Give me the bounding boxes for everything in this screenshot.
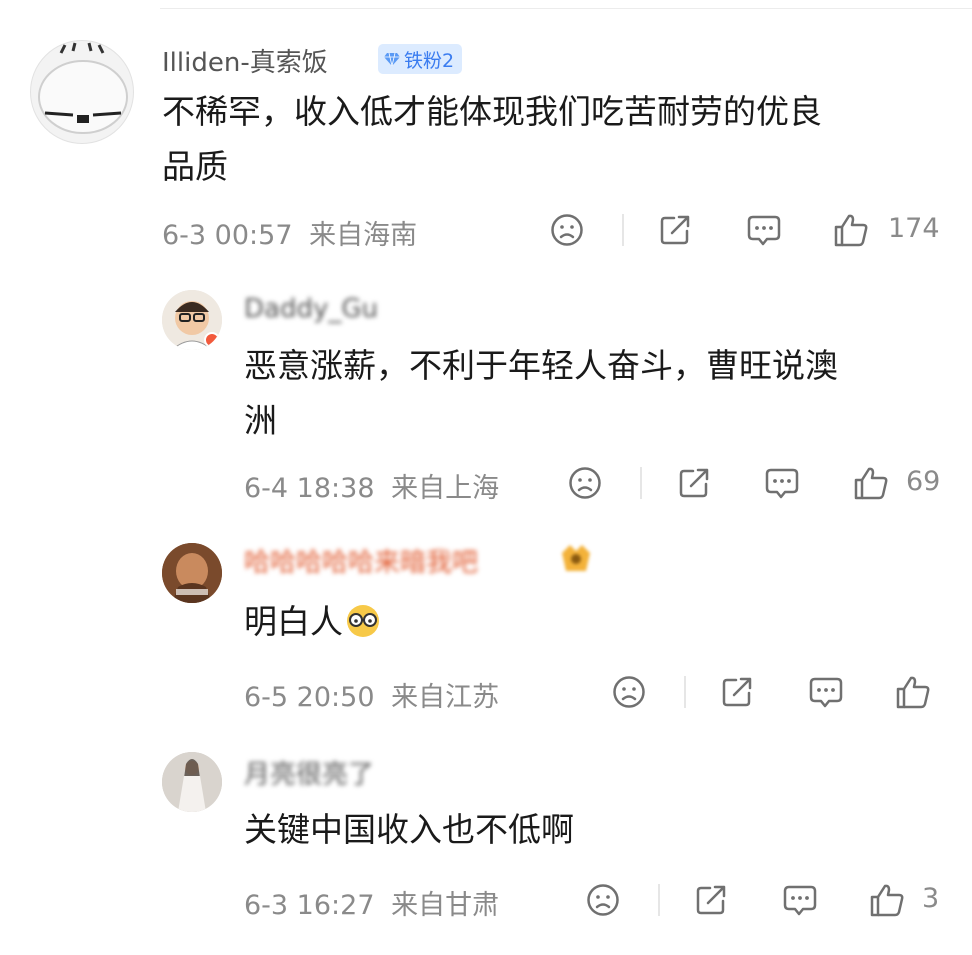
comment-icon xyxy=(809,677,843,708)
top-divider xyxy=(160,8,972,9)
comment-meta: 6-4 18:38 来自上海 xyxy=(244,466,499,505)
thumbs-up-icon xyxy=(834,214,868,247)
dislike-button[interactable] xyxy=(584,881,622,919)
reply-button[interactable] xyxy=(744,211,784,249)
location: 来自江苏 xyxy=(391,682,500,713)
username[interactable]: Daddy_Gu xyxy=(244,294,378,324)
thumbs-up-icon xyxy=(896,676,930,709)
like-button[interactable] xyxy=(832,210,870,250)
comment-text: 不稀罕，收入低才能体现我们吃苦耐劳的优良 品质 xyxy=(162,92,822,186)
comment-icon xyxy=(747,215,781,246)
location: 来自上海 xyxy=(391,473,500,504)
share-icon xyxy=(679,468,709,498)
verified-badge-icon xyxy=(204,332,220,348)
frown-face-icon xyxy=(551,214,583,246)
comment-meta: 6-3 00:57 来自海南 xyxy=(162,213,417,252)
like-count: 174 xyxy=(888,213,940,244)
share-icon xyxy=(722,677,752,707)
thumbs-up-icon xyxy=(870,884,904,917)
username[interactable]: Illiden-真索饭 xyxy=(162,42,328,79)
frown-face-icon xyxy=(587,884,619,916)
username[interactable]: 哈哈哈哈哈来暗我吧 xyxy=(244,542,478,579)
badge-label: 铁粉2 xyxy=(404,49,455,72)
divider xyxy=(622,214,624,246)
share-icon xyxy=(660,215,690,245)
divider xyxy=(640,467,642,499)
divider xyxy=(658,884,660,916)
timestamp: 6-4 18:38 xyxy=(244,473,375,504)
like-button[interactable] xyxy=(868,880,906,920)
glasses-emoji-icon xyxy=(347,605,379,637)
dislike-button[interactable] xyxy=(610,673,648,711)
comment-meta: 6-5 20:50 来自江苏 xyxy=(244,675,499,714)
dislike-button[interactable] xyxy=(566,464,604,502)
avatar[interactable] xyxy=(162,543,222,603)
comment-icon xyxy=(765,468,799,499)
username[interactable]: 月亮很亮了 xyxy=(244,754,374,791)
timestamp: 6-3 16:27 xyxy=(244,890,375,921)
frown-face-icon xyxy=(569,467,601,499)
avatar[interactable] xyxy=(30,40,134,144)
comment-meta: 6-3 16:27 来自甘肃 xyxy=(244,883,499,922)
comment-text: 恶意涨薪，不利于年轻人奋斗，曹旺说澳 洲 xyxy=(244,346,838,440)
diamond-icon xyxy=(384,52,400,66)
location: 来自海南 xyxy=(309,220,418,251)
frown-face-icon xyxy=(613,676,645,708)
location: 来自甘肃 xyxy=(391,890,500,921)
avatar[interactable] xyxy=(162,752,222,812)
share-button[interactable] xyxy=(692,881,730,919)
reply-button[interactable] xyxy=(762,464,802,502)
avatar[interactable] xyxy=(162,290,222,350)
like-button[interactable] xyxy=(852,463,890,503)
timestamp: 6-3 00:57 xyxy=(162,220,293,251)
share-button[interactable] xyxy=(675,464,713,502)
comment-icon xyxy=(783,885,817,916)
timestamp: 6-5 20:50 xyxy=(244,682,375,713)
like-count: 3 xyxy=(922,883,940,914)
share-button[interactable] xyxy=(656,211,694,249)
share-icon xyxy=(696,885,726,915)
reply-button[interactable] xyxy=(806,673,846,711)
divider xyxy=(684,676,686,708)
like-count: 69 xyxy=(906,466,941,497)
thumbs-up-icon xyxy=(854,467,888,500)
reply-button[interactable] xyxy=(780,881,820,919)
dislike-button[interactable] xyxy=(548,211,586,249)
share-button[interactable] xyxy=(718,673,756,711)
comment-text: 关键中国收入也不低啊 xyxy=(244,810,574,849)
comment-text: 明白人 xyxy=(244,594,944,649)
like-button[interactable] xyxy=(894,672,932,712)
fan-badge[interactable]: 铁粉2 xyxy=(378,44,463,74)
fan-emblem-icon xyxy=(556,541,596,575)
